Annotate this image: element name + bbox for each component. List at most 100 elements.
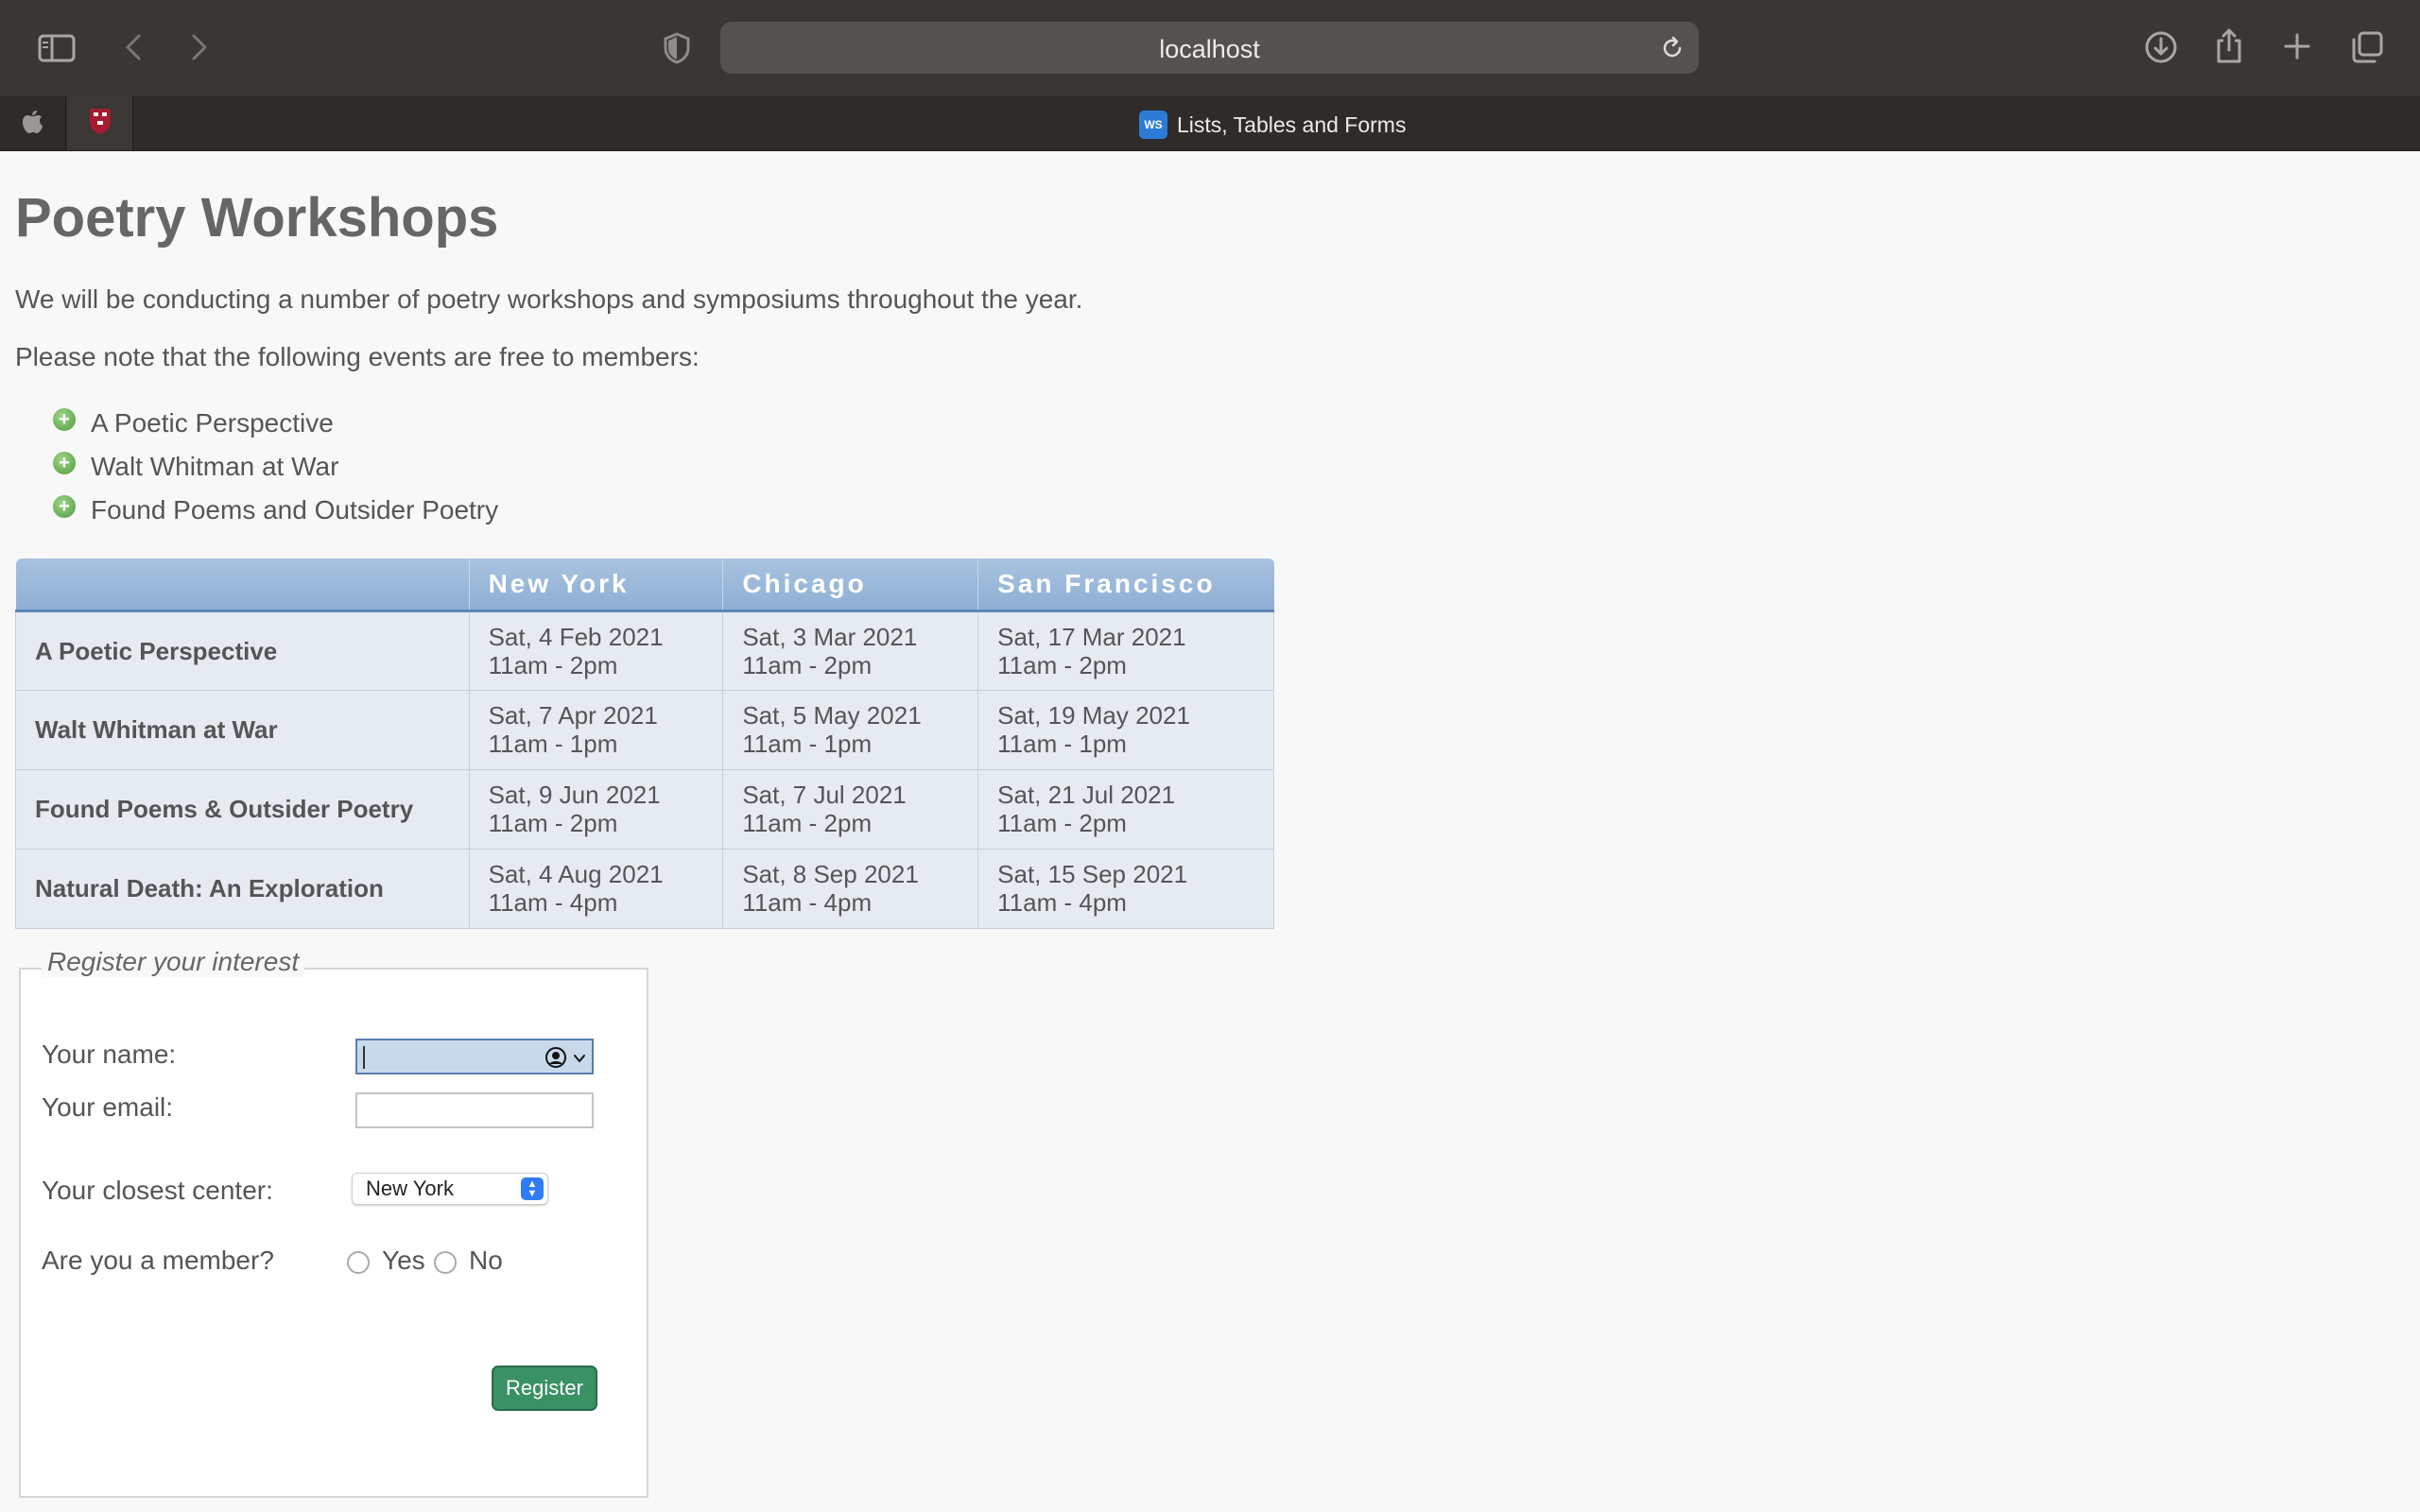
active-tab-title: Lists, Tables and Forms <box>1177 112 1407 137</box>
schedule-cell: Sat, 5 May 2021 11am - 1pm <box>722 689 979 770</box>
member-no-label: No <box>469 1246 503 1275</box>
time-text: 11am - 2pm <box>488 809 618 837</box>
reload-icon[interactable] <box>1659 35 1685 61</box>
text-caret <box>363 1046 365 1069</box>
register-button[interactable]: Register <box>492 1366 597 1411</box>
time-text: 11am - 2pm <box>997 650 1127 679</box>
pinned-tab-harvard[interactable] <box>67 96 133 150</box>
new-tab-icon[interactable] <box>2282 31 2312 61</box>
sidebar-icon[interactable] <box>38 34 76 62</box>
download-icon[interactable] <box>2144 30 2178 64</box>
center-select-value: New York <box>366 1177 454 1200</box>
header-cell-san-francisco: San Francisco <box>977 558 1274 612</box>
share-icon[interactable] <box>2214 26 2244 64</box>
member-no-radio[interactable] <box>434 1251 457 1274</box>
note-paragraph: Please note that the following events ar… <box>15 342 700 371</box>
table-row: A Poetic Perspective Sat, 4 Feb 2021 11am… <box>15 610 1274 691</box>
date-text: Sat, 21 Jul 2021 <box>997 781 1176 809</box>
schedule-table: New York Chicago San Francisco A Poetic … <box>15 558 1274 929</box>
chevron-down-icon[interactable] <box>573 1052 586 1065</box>
time-text: 11am - 4pm <box>488 888 618 917</box>
list-item: + Walt Whitman at War <box>53 445 498 489</box>
table-row: Found Poems & Outsider Poetry Sat, 9 Jun… <box>15 768 1274 850</box>
header-cell-empty <box>15 558 470 612</box>
date-text: Sat, 3 Mar 2021 <box>742 622 918 651</box>
active-tab[interactable]: WS Lists, Tables and Forms <box>1139 108 1406 142</box>
table-header-row: New York Chicago San Francisco <box>15 558 1274 612</box>
browser-toolbar: localhost <box>0 0 2420 96</box>
header-cell-new-york: New York <box>469 558 724 612</box>
time-text: 11am - 2pm <box>997 809 1127 837</box>
forward-icon[interactable] <box>187 32 212 62</box>
schedule-cell: Sat, 9 Jun 2021 11am - 2pm <box>468 768 724 850</box>
plus-bullet-icon: + <box>53 495 76 518</box>
header-cell-chicago: Chicago <box>722 558 979 612</box>
schedule-cell: Sat, 7 Apr 2021 11am - 1pm <box>468 689 724 770</box>
date-text: Sat, 4 Aug 2021 <box>488 860 664 888</box>
email-field[interactable] <box>355 1092 594 1128</box>
plus-bullet-icon: + <box>53 452 76 474</box>
time-text: 11am - 2pm <box>742 809 873 837</box>
name-label: Your name: <box>42 1040 177 1069</box>
free-events-list: + A Poetic Perspective + Walt Whitman at W… <box>53 402 498 532</box>
privacy-shield-icon[interactable] <box>662 32 692 64</box>
favicon-text: WS <box>1144 118 1163 131</box>
time-text: 11am - 2pm <box>488 650 618 679</box>
schedule-cell: Sat, 4 Aug 2021 11am - 4pm <box>468 848 724 929</box>
back-icon[interactable] <box>121 32 146 62</box>
registration-legend: Register your interest <box>42 947 305 977</box>
list-item-label: Found Poems and Outsider Poetry <box>91 495 499 524</box>
email-label: Your email: <box>42 1092 174 1122</box>
plus-bullet-icon: + <box>53 408 76 431</box>
date-text: Sat, 7 Jul 2021 <box>742 781 907 809</box>
schedule-cell: Sat, 4 Feb 2021 11am - 2pm <box>468 610 724 691</box>
date-text: Sat, 15 Sep 2021 <box>997 860 1188 888</box>
schedule-cell: Sat, 15 Sep 2021 11am - 4pm <box>977 848 1274 929</box>
list-item-label: Walt Whitman at War <box>91 452 339 481</box>
page-title: Poetry Workshops <box>15 187 499 249</box>
date-text: Sat, 5 May 2021 <box>742 701 922 730</box>
time-text: 11am - 1pm <box>488 730 618 758</box>
schedule-cell: Sat, 7 Jul 2021 11am - 2pm <box>722 768 979 850</box>
list-item: + Found Poems and Outsider Poetry <box>53 489 498 532</box>
schedule-cell: Sat, 19 May 2021 11am - 1pm <box>977 689 1274 770</box>
event-name-cell: Walt Whitman at War <box>15 689 470 770</box>
member-label: Are you a member? <box>42 1246 274 1275</box>
date-text: Sat, 17 Mar 2021 <box>997 622 1186 651</box>
center-select[interactable]: New York ▲ ▼ <box>352 1173 548 1205</box>
event-name-cell: Found Poems & Outsider Poetry <box>15 768 470 850</box>
intro-paragraph: We will be conducting a number of poetry… <box>15 284 1083 314</box>
schedule-cell: Sat, 17 Mar 2021 11am - 2pm <box>977 610 1274 691</box>
address-bar[interactable]: localhost <box>720 22 1699 74</box>
date-text: Sat, 4 Feb 2021 <box>488 622 664 651</box>
name-input[interactable] <box>355 1039 594 1074</box>
table-row: Natural Death: An Exploration Sat, 4 Aug… <box>15 848 1274 929</box>
date-text: Sat, 7 Apr 2021 <box>488 701 658 730</box>
schedule-cell: Sat, 8 Sep 2021 11am - 4pm <box>722 848 979 929</box>
list-item-label: A Poetic Perspective <box>91 408 334 438</box>
event-name-cell: A Poetic Perspective <box>15 610 470 691</box>
page-content: Poetry Workshops We will be conducting a… <box>0 152 2420 1512</box>
center-label: Your closest center: <box>42 1176 273 1205</box>
apple-icon <box>22 108 44 139</box>
time-text: 11am - 4pm <box>997 888 1127 917</box>
time-text: 11am - 2pm <box>742 650 873 679</box>
event-name-cell: Natural Death: An Exploration <box>15 848 470 929</box>
webstorm-favicon-icon: WS <box>1139 111 1167 139</box>
registration-fieldset: Register your interest Your name: Your e… <box>19 947 648 1498</box>
member-yes-radio[interactable] <box>347 1251 370 1274</box>
autofill-contact-icon[interactable] <box>544 1046 567 1069</box>
list-item: + A Poetic Perspective <box>53 402 498 445</box>
select-stepper-icon: ▲ ▼ <box>521 1177 544 1200</box>
time-text: 11am - 1pm <box>742 730 873 758</box>
date-text: Sat, 19 May 2021 <box>997 701 1190 730</box>
url-text: localhost <box>1159 35 1260 63</box>
table-row: Walt Whitman at War Sat, 7 Apr 2021 11am … <box>15 689 1274 770</box>
tab-overview-icon[interactable] <box>2350 30 2384 64</box>
member-yes-label: Yes <box>382 1246 425 1275</box>
time-text: 11am - 1pm <box>997 730 1127 758</box>
date-text: Sat, 9 Jun 2021 <box>488 781 661 809</box>
schedule-cell: Sat, 21 Jul 2021 11am - 2pm <box>977 768 1274 850</box>
pinned-tab-apple[interactable] <box>0 96 66 150</box>
harvard-shield-icon <box>88 107 112 140</box>
